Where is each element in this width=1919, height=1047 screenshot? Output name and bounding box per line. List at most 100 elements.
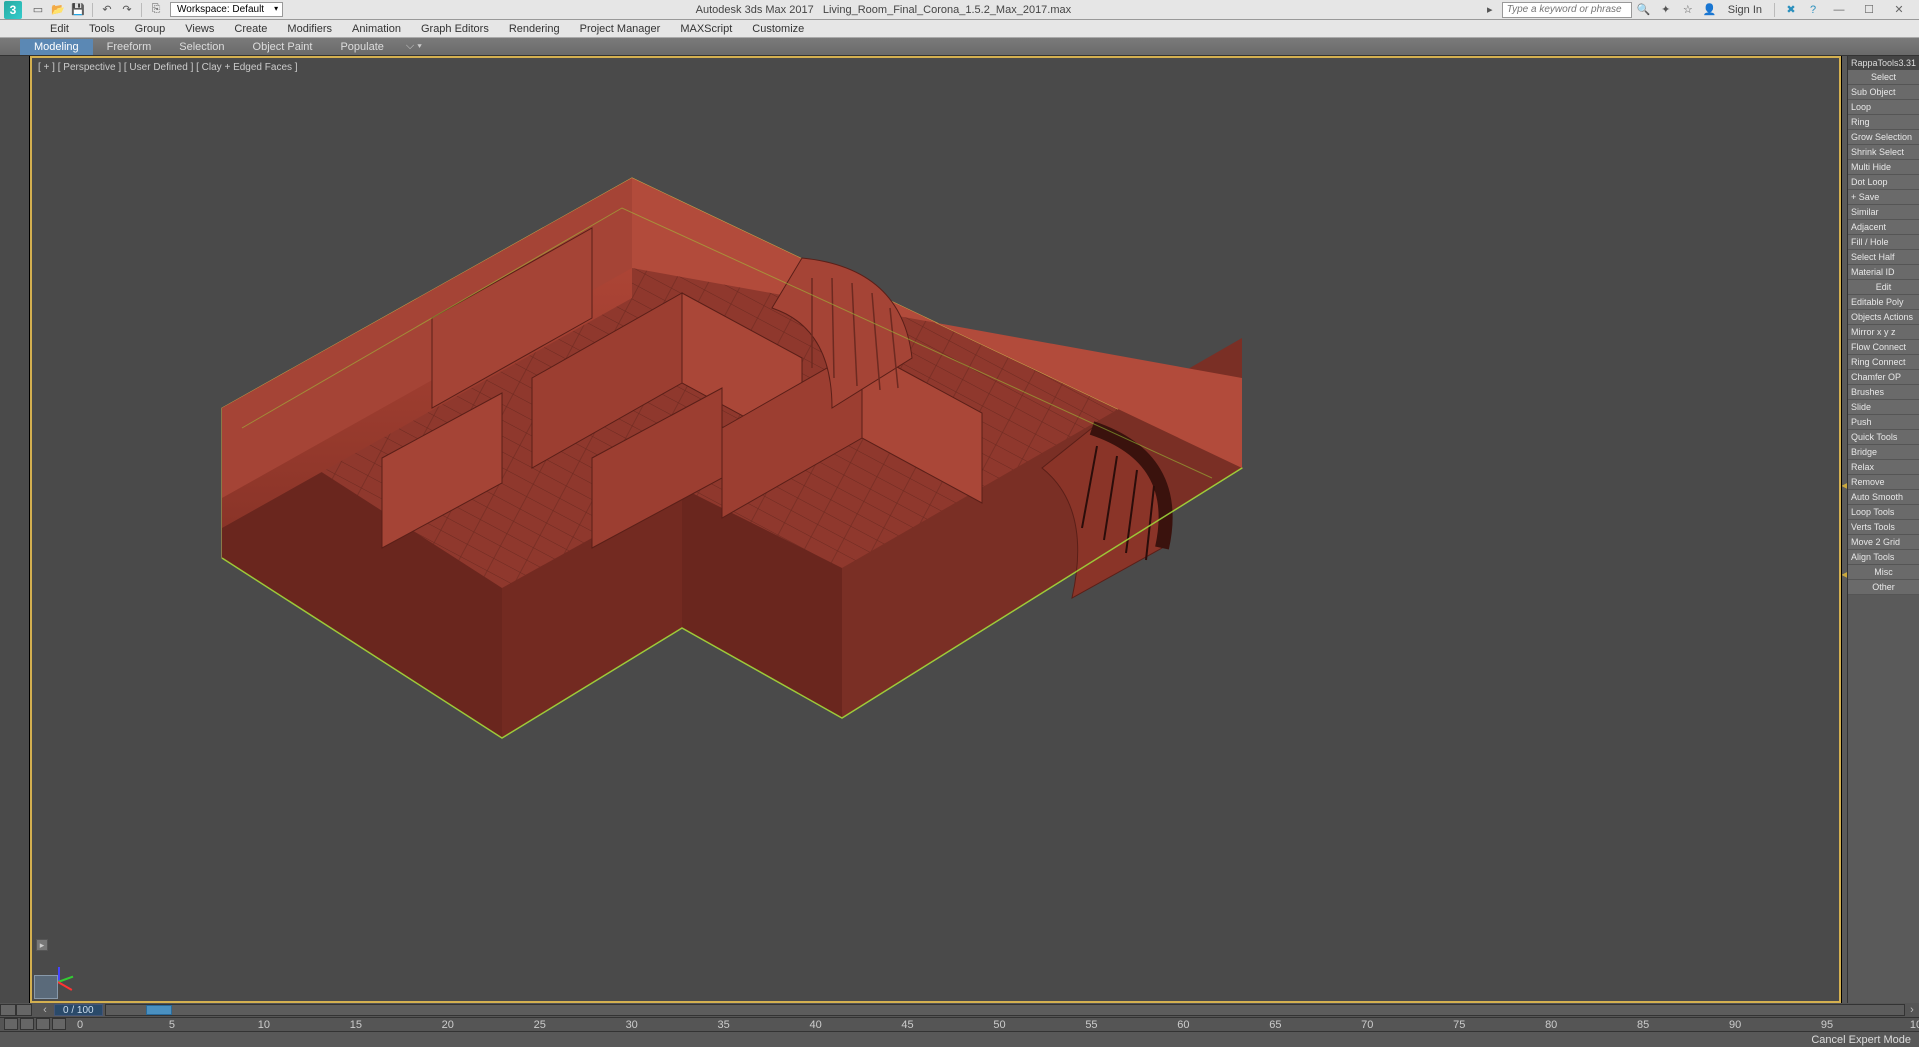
rappa-item-auto-smooth[interactable]: Auto Smooth bbox=[1848, 490, 1919, 505]
rappa-item-push[interactable]: Push bbox=[1848, 415, 1919, 430]
ribbon-tabs: Modeling Freeform Selection Object Paint… bbox=[0, 38, 1919, 56]
rappatools-title: RappaTools3.31 bbox=[1848, 56, 1919, 70]
ruler-tool-icon[interactable] bbox=[20, 1018, 34, 1030]
ruler-tool-icon[interactable] bbox=[36, 1018, 50, 1030]
rappatools-panel: RappaTools3.31 SelectSub ObjectLoopRingG… bbox=[1847, 56, 1919, 1003]
menu-customize[interactable]: Customize bbox=[742, 21, 814, 37]
ruler-tick: 10 bbox=[258, 1019, 270, 1031]
ruler-tick: 5 bbox=[169, 1019, 175, 1031]
rappa-item-loop[interactable]: Loop bbox=[1848, 100, 1919, 115]
menu-project-manager[interactable]: Project Manager bbox=[570, 21, 671, 37]
rappa-item-bridge[interactable]: Bridge bbox=[1848, 445, 1919, 460]
rappa-item-multi-hide[interactable]: Multi Hide bbox=[1848, 160, 1919, 175]
menu-rendering[interactable]: Rendering bbox=[499, 21, 570, 37]
rappa-item-adjacent[interactable]: Adjacent bbox=[1848, 220, 1919, 235]
menu-animation[interactable]: Animation bbox=[342, 21, 411, 37]
caret-icon[interactable]: ▸ bbox=[1482, 2, 1498, 18]
tab-object-paint[interactable]: Object Paint bbox=[239, 39, 327, 55]
rappa-item-relax[interactable]: Relax bbox=[1848, 460, 1919, 475]
rappa-item-flow-connect[interactable]: Flow Connect bbox=[1848, 340, 1919, 355]
viewport[interactable]: [ + ] [ Perspective ] [ User Defined ] [… bbox=[30, 56, 1841, 1003]
rappa-item-ring-connect[interactable]: Ring Connect bbox=[1848, 355, 1919, 370]
rappa-item-mirror-x-y-z[interactable]: Mirror x y z bbox=[1848, 325, 1919, 340]
rappa-item-similar[interactable]: Similar bbox=[1848, 205, 1919, 220]
search-input[interactable] bbox=[1502, 2, 1632, 18]
rappa-item-edit[interactable]: Edit bbox=[1848, 280, 1919, 295]
window-title: Autodesk 3ds Max 2017 Living_Room_Final_… bbox=[287, 4, 1480, 16]
redo-icon[interactable]: ↷ bbox=[119, 2, 135, 18]
ruler-tick: 40 bbox=[809, 1019, 821, 1031]
rappa-item-sub-object[interactable]: Sub Object bbox=[1848, 85, 1919, 100]
menu-tools[interactable]: Tools bbox=[79, 21, 125, 37]
rappa-item-fill-hole[interactable]: Fill / Hole bbox=[1848, 235, 1919, 250]
rappa-item-objects-actions[interactable]: Objects Actions bbox=[1848, 310, 1919, 325]
rappa-item-align-tools[interactable]: Align Tools bbox=[1848, 550, 1919, 565]
ruler-tool-icon[interactable] bbox=[52, 1018, 66, 1030]
star-icon[interactable]: ☆ bbox=[1680, 2, 1696, 18]
undo-icon[interactable]: ↶ bbox=[99, 2, 115, 18]
rappa-item-grow-selection[interactable]: Grow Selection bbox=[1848, 130, 1919, 145]
binoculars-icon[interactable]: 🔍 bbox=[1636, 2, 1652, 18]
rappa-item-misc[interactable]: Misc bbox=[1848, 565, 1919, 580]
rappa-item-chamfer-op[interactable]: Chamfer OP bbox=[1848, 370, 1919, 385]
new-icon[interactable]: ▭ bbox=[30, 2, 46, 18]
exchange-icon[interactable]: ✖ bbox=[1783, 2, 1799, 18]
rappa-item-loop-tools[interactable]: Loop Tools bbox=[1848, 505, 1919, 520]
tab-freeform[interactable]: Freeform bbox=[93, 39, 166, 55]
ruler-tick: 65 bbox=[1269, 1019, 1281, 1031]
ruler-tool-icon[interactable] bbox=[4, 1018, 18, 1030]
open-icon[interactable]: 📂 bbox=[50, 2, 66, 18]
menu-maxscript[interactable]: MAXScript bbox=[670, 21, 742, 37]
key-icon[interactable]: ✦ bbox=[1658, 2, 1674, 18]
rappa-item-remove[interactable]: Remove bbox=[1848, 475, 1919, 490]
close-button[interactable]: ✕ bbox=[1885, 3, 1913, 16]
timeline-track[interactable] bbox=[105, 1004, 1905, 1016]
time-ruler[interactable]: 0510152025303540455055606570758085909510… bbox=[0, 1017, 1919, 1031]
viewcube-thumbnail[interactable] bbox=[34, 975, 58, 999]
help-icon[interactable]: ? bbox=[1805, 2, 1821, 18]
sign-in-button[interactable]: Sign In bbox=[1722, 4, 1768, 16]
viewport-expand-icon[interactable]: ▸ bbox=[36, 939, 48, 951]
maximize-button[interactable]: ☐ bbox=[1855, 3, 1883, 16]
ruler-tick: 95 bbox=[1821, 1019, 1833, 1031]
ruler-tick: 100 bbox=[1910, 1019, 1919, 1031]
timeline-prev-icon[interactable]: ‹ bbox=[38, 1004, 52, 1016]
tab-populate[interactable]: Populate bbox=[326, 39, 397, 55]
rappa-item-slide[interactable]: Slide bbox=[1848, 400, 1919, 415]
viewport-label[interactable]: [ + ] [ Perspective ] [ User Defined ] [… bbox=[38, 62, 298, 73]
tab-modeling[interactable]: Modeling bbox=[20, 39, 93, 55]
menu-views[interactable]: Views bbox=[175, 21, 224, 37]
frame-indicator[interactable]: 0 / 100 bbox=[54, 1004, 103, 1016]
rappa-item-move-2-grid[interactable]: Move 2 Grid bbox=[1848, 535, 1919, 550]
menu-group[interactable]: Group bbox=[125, 21, 176, 37]
status-mode-button[interactable]: Cancel Expert Mode bbox=[1811, 1034, 1911, 1046]
rappa-item-dot-loop[interactable]: Dot Loop bbox=[1848, 175, 1919, 190]
timeline-config-icon[interactable] bbox=[0, 1004, 16, 1016]
menu-edit[interactable]: Edit bbox=[40, 21, 79, 37]
timeline-config-icon[interactable] bbox=[16, 1004, 32, 1016]
minimize-button[interactable]: — bbox=[1825, 4, 1853, 16]
timeline-scrubber[interactable] bbox=[146, 1005, 172, 1015]
menu-modifiers[interactable]: Modifiers bbox=[277, 21, 342, 37]
save-icon[interactable]: 💾 bbox=[70, 2, 86, 18]
ruler-tick: 0 bbox=[77, 1019, 83, 1031]
rappa-item-material-id[interactable]: Material ID bbox=[1848, 265, 1919, 280]
rappa-item-ring[interactable]: Ring bbox=[1848, 115, 1919, 130]
rappa-item-other[interactable]: Other bbox=[1848, 580, 1919, 595]
ribbon-expand-icon[interactable]: ⌵ ▾ bbox=[406, 40, 422, 53]
rappa-item-select-half[interactable]: Select Half bbox=[1848, 250, 1919, 265]
ruler-tick: 30 bbox=[626, 1019, 638, 1031]
rappa-item-verts-tools[interactable]: Verts Tools bbox=[1848, 520, 1919, 535]
rappa-item-brushes[interactable]: Brushes bbox=[1848, 385, 1919, 400]
rappa-item-shrink-select[interactable]: Shrink Select bbox=[1848, 145, 1919, 160]
rappa-item-editable-poly[interactable]: Editable Poly bbox=[1848, 295, 1919, 310]
rappa-item--save[interactable]: + Save bbox=[1848, 190, 1919, 205]
timeline-next-icon[interactable]: › bbox=[1905, 1004, 1919, 1016]
menu-graph-editors[interactable]: Graph Editors bbox=[411, 21, 499, 37]
workspace-dropdown[interactable]: Workspace: Default bbox=[170, 2, 283, 17]
link-icon[interactable]: ⎘ bbox=[148, 2, 164, 18]
tab-selection[interactable]: Selection bbox=[165, 39, 238, 55]
menu-create[interactable]: Create bbox=[224, 21, 277, 37]
rappa-item-select[interactable]: Select bbox=[1848, 70, 1919, 85]
rappa-item-quick-tools[interactable]: Quick Tools bbox=[1848, 430, 1919, 445]
